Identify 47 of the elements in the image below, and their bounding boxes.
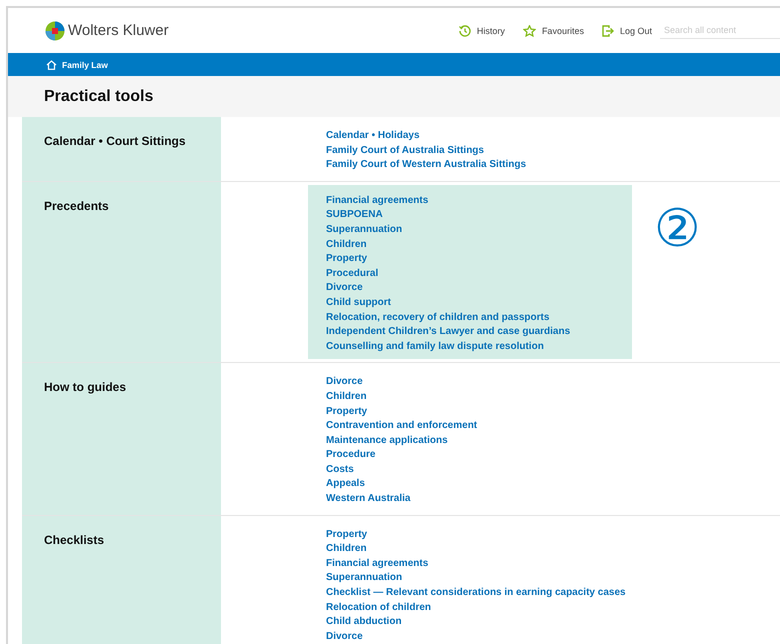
link[interactable]: Children bbox=[326, 390, 367, 404]
link[interactable]: Child support bbox=[326, 296, 391, 311]
nav-link[interactable]: Log Out bbox=[602, 24, 652, 36]
nav-link[interactable]: Favourites bbox=[522, 24, 584, 36]
link[interactable]: Family Court of Western Australia Sittings bbox=[326, 158, 526, 173]
link[interactable]: Divorce bbox=[326, 375, 363, 390]
link[interactable]: Contravention and enforcement bbox=[326, 419, 478, 434]
logo-text: Wolters Kluwer bbox=[68, 22, 169, 39]
home-icon bbox=[46, 60, 57, 70]
section-title: How to guides bbox=[44, 380, 126, 394]
link[interactable]: SUBPOENA bbox=[326, 208, 383, 223]
link[interactable]: Property bbox=[326, 404, 368, 420]
breadcrumb-link[interactable]: Family Law bbox=[46, 60, 108, 70]
page-title: Practical tools bbox=[44, 88, 154, 106]
logo-icon bbox=[45, 20, 65, 40]
link[interactable]: Divorce bbox=[326, 630, 363, 644]
link[interactable]: Family Court of Australia Sittings bbox=[326, 144, 484, 158]
star-icon bbox=[522, 24, 536, 36]
link[interactable]: Children bbox=[326, 238, 367, 252]
link[interactable]: Procedure bbox=[326, 448, 376, 463]
nav-link[interactable]: History bbox=[458, 24, 505, 36]
link[interactable]: Financial agreements bbox=[326, 194, 428, 208]
exit-icon bbox=[602, 24, 614, 36]
link[interactable]: Maintenance applications bbox=[326, 434, 448, 448]
link[interactable]: Relocation of children bbox=[326, 600, 432, 616]
link[interactable]: Superannuation bbox=[326, 222, 402, 238]
link[interactable]: Property bbox=[326, 252, 368, 267]
link[interactable]: Children bbox=[326, 542, 367, 557]
link[interactable]: Relocation, recovery of children and passports bbox=[326, 310, 550, 326]
link[interactable]: Appeals bbox=[326, 477, 365, 492]
link[interactable]: Superannuation bbox=[326, 571, 402, 586]
link[interactable]: Checklist — Relevant considerations in earning capacity cases bbox=[326, 586, 626, 601]
link[interactable]: Child abduction bbox=[326, 615, 402, 630]
link[interactable]: Divorce bbox=[326, 281, 363, 296]
link[interactable]: Counselling and family law dispute resolution bbox=[326, 340, 544, 354]
section-title: Checklists bbox=[44, 532, 104, 547]
link[interactable]: Property bbox=[326, 528, 368, 542]
link[interactable]: Financial agreements bbox=[326, 556, 428, 572]
clock-icon bbox=[458, 24, 471, 36]
section-title: Precedents bbox=[44, 198, 109, 213]
link[interactable]: Calendar • Holidays bbox=[326, 129, 420, 144]
link[interactable]: Independent Children’s Lawyer and case guardians bbox=[326, 325, 570, 340]
section-title: Calendar • Court Sittings bbox=[44, 134, 186, 148]
link[interactable]: Procedural bbox=[326, 266, 378, 282]
link[interactable]: Western Australia bbox=[326, 492, 410, 507]
callout-number: ② bbox=[654, 202, 701, 255]
link[interactable]: Costs bbox=[326, 462, 354, 478]
